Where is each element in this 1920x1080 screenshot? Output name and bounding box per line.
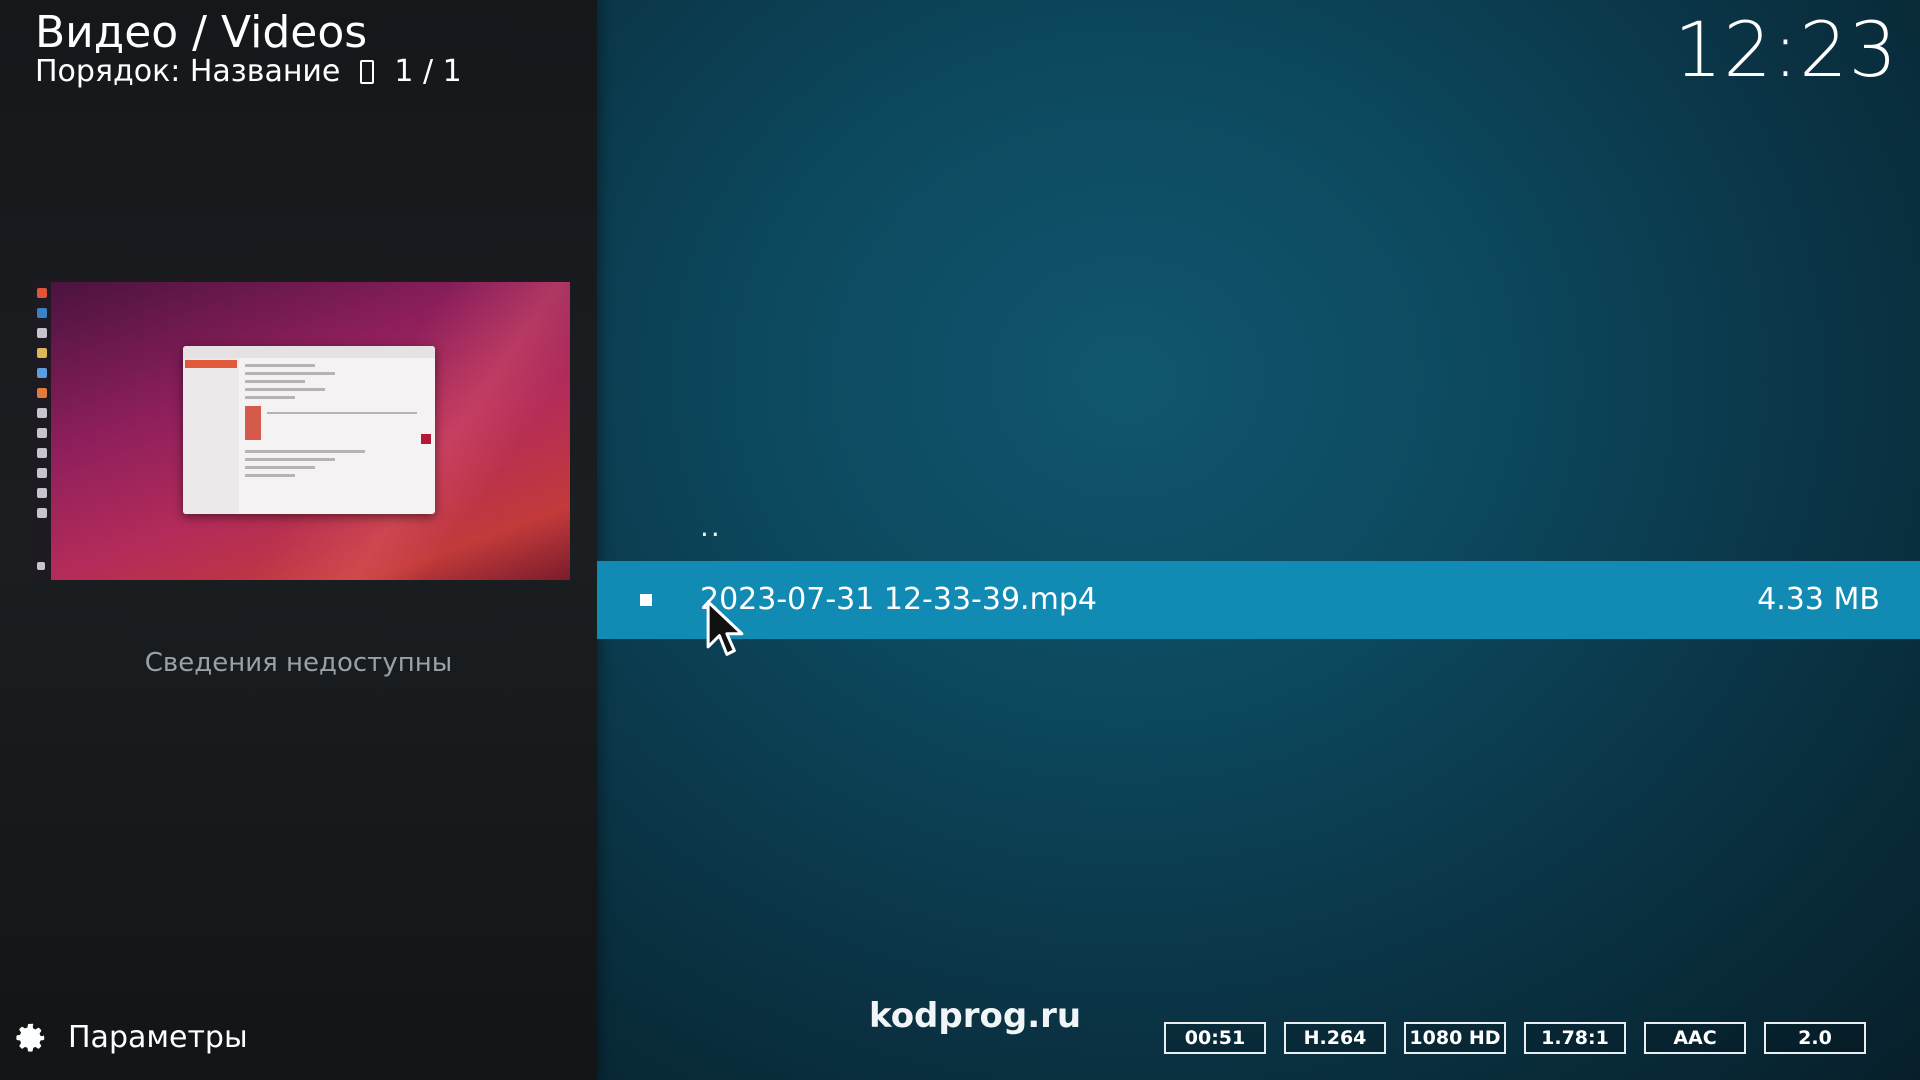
page-title: Видео / Videos: [35, 7, 368, 58]
thumbnail-dock: [33, 282, 51, 580]
file-size: 4.33 MB: [1757, 582, 1880, 617]
file-name: 2023-07-31 12-33-39.mp4: [700, 582, 1097, 617]
list-item[interactable]: 2023-07-31 12-33-39.mp4 4.33 MB: [597, 561, 1920, 639]
separator-icon: [360, 60, 375, 84]
media-flags: 00:51 H.264 1080 HD 1.78:1 AAC 2.0: [1164, 1022, 1866, 1054]
gear-icon: [16, 1023, 45, 1052]
page-counter: 1 / 1: [394, 54, 462, 89]
info-sidebar: Видео / Videos Порядок: Название 1 / 1 С…: [0, 0, 597, 1080]
mouse-cursor-icon: [706, 600, 744, 656]
parent-folder-item[interactable]: ..: [700, 510, 722, 543]
sort-label: Порядок: Название: [35, 54, 341, 89]
thumbnail-app-window: [183, 346, 435, 514]
settings-button[interactable]: Параметры: [14, 1020, 248, 1055]
file-list-area: [597, 0, 1920, 1080]
thumbnail-topbar: [33, 274, 570, 282]
flag-duration: 00:51: [1164, 1022, 1266, 1054]
video-thumbnail: [33, 274, 570, 580]
flag-resolution: 1080 HD: [1404, 1022, 1506, 1054]
clock: 12:23: [1673, 5, 1898, 94]
flag-video-codec: H.264: [1284, 1022, 1386, 1054]
flag-audio-codec: AAC: [1644, 1022, 1746, 1054]
flag-audio-channels: 2.0: [1764, 1022, 1866, 1054]
selected-bullet-icon: [640, 594, 652, 606]
sort-info: Порядок: Название 1 / 1: [35, 52, 462, 92]
settings-label: Параметры: [68, 1020, 248, 1055]
flag-aspect-ratio: 1.78:1: [1524, 1022, 1626, 1054]
no-info-text: Сведения недоступны: [144, 648, 453, 678]
watermark: kodprog.ru: [869, 996, 1082, 1036]
kodi-video-screen: Видео / Videos Порядок: Название 1 / 1 С…: [0, 0, 1920, 1080]
